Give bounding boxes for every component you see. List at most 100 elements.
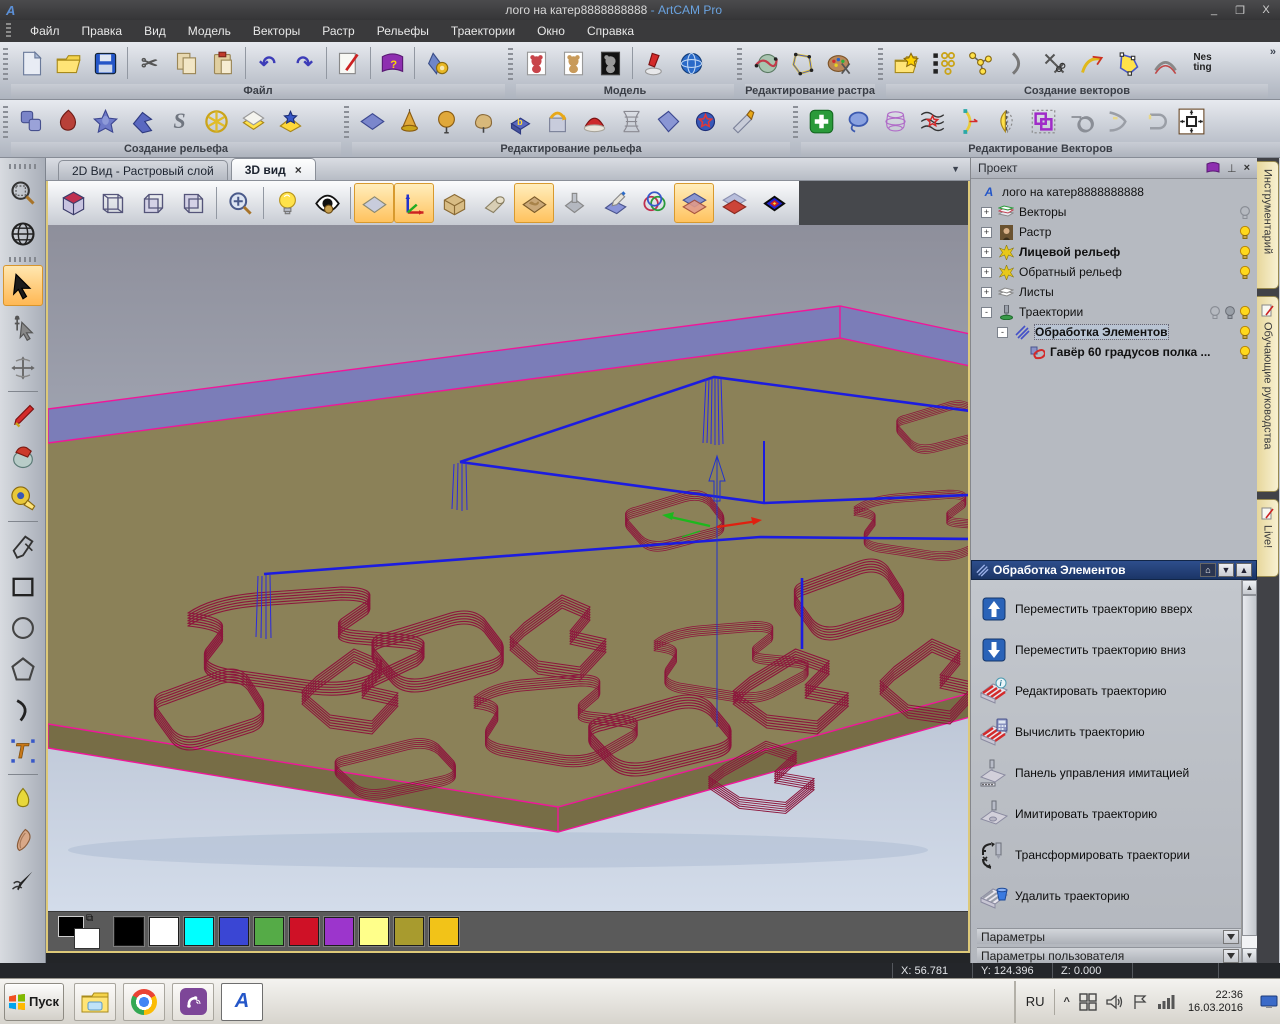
- tree-item-toolpath-gaver[interactable]: Гавёр 60 градусов полка ...: [975, 342, 1255, 362]
- tree-item-toolpaths[interactable]: - Траектории: [975, 302, 1255, 322]
- toggle-front-relief-button[interactable]: [674, 183, 714, 223]
- tab-list-dropdown[interactable]: ▼: [951, 164, 960, 174]
- minimize-button[interactable]: _: [1206, 4, 1222, 17]
- letter-s-sweep-button[interactable]: S: [161, 102, 198, 140]
- visibility-bulb-on[interactable]: [1239, 225, 1251, 240]
- node-edit-button[interactable]: [3, 306, 43, 347]
- transform-move-button[interactable]: [3, 347, 43, 388]
- menu-view[interactable]: Вид: [133, 20, 177, 42]
- fold-star-button[interactable]: [272, 102, 309, 140]
- menu-raster[interactable]: Растр: [311, 20, 365, 42]
- lasso-blue-button[interactable]: [840, 102, 877, 140]
- relief-preview-front-button[interactable]: [518, 44, 555, 82]
- toolbar-drag-handle[interactable]: [793, 106, 798, 141]
- palette-swatch[interactable]: [324, 917, 354, 946]
- flood-fill-button[interactable]: [3, 436, 43, 477]
- section-expand-icon[interactable]: [1223, 930, 1239, 944]
- relief-preview-grayscale-button[interactable]: [592, 44, 629, 82]
- tray-network-icon[interactable]: [1157, 994, 1175, 1009]
- zoom-marquee-button[interactable]: [3, 172, 43, 213]
- group-vectors-button[interactable]: [1025, 102, 1062, 140]
- toggle-paint-button[interactable]: [594, 183, 634, 223]
- taskbar-viber-icon[interactable]: [172, 983, 214, 1021]
- pan-globe-button[interactable]: [3, 213, 43, 254]
- trim-vectors-button[interactable]: [1099, 102, 1136, 140]
- extrude-block-button[interactable]: b: [502, 102, 539, 140]
- nesting-button[interactable]: Nesting: [1184, 44, 1221, 82]
- close-vector-button[interactable]: [1136, 102, 1173, 140]
- primary-secondary-colors[interactable]: ⧉: [58, 915, 104, 949]
- tree-item-raster[interactable]: + Растр: [975, 222, 1255, 242]
- language-indicator[interactable]: RU: [1026, 994, 1045, 1009]
- rectangle-tool-button[interactable]: [3, 566, 43, 607]
- wireframe-sphere-button[interactable]: [673, 44, 710, 82]
- tree-item-machining-elements[interactable]: - Обработка Элементов: [975, 322, 1255, 342]
- link-colors-icon[interactable]: ⧉: [86, 913, 93, 924]
- model-wizard-button[interactable]: [418, 44, 455, 82]
- palette-swatch[interactable]: [289, 917, 319, 946]
- visibility-bulb-on[interactable]: [1239, 265, 1251, 280]
- menu-model[interactable]: Модель: [177, 20, 242, 42]
- scroll-down-icon[interactable]: ▼: [1242, 948, 1257, 963]
- section-parameters[interactable]: Параметры: [977, 928, 1241, 944]
- collapse-down-button[interactable]: ▼: [1218, 563, 1234, 577]
- pinch-wireframe-button[interactable]: [613, 102, 650, 140]
- menu-edit[interactable]: Правка: [71, 20, 134, 42]
- action-calculate-toolpath[interactable]: Вычислить траекторию: [977, 711, 1241, 752]
- redo-button[interactable]: ↷: [286, 44, 323, 82]
- mirror-vectors-button[interactable]: [988, 102, 1025, 140]
- copy-button[interactable]: [168, 44, 205, 82]
- curve-arrow-button[interactable]: [1073, 44, 1110, 82]
- expand-icon[interactable]: +: [981, 227, 992, 238]
- bitmap-to-vector-button[interactable]: [747, 44, 784, 82]
- section-user-parameters[interactable]: Параметры пользователя: [977, 947, 1241, 963]
- tab-toolkit[interactable]: Инструментарий: [1257, 161, 1279, 289]
- text-tool-button[interactable]: T: [3, 730, 43, 771]
- action-delete-toolpath[interactable]: Удалить траекторию: [977, 875, 1241, 916]
- palette-swatch[interactable]: [429, 917, 459, 946]
- transform-vectors-button[interactable]: [1173, 102, 1210, 140]
- palette-swatch[interactable]: [359, 917, 389, 946]
- vector-file-star-button[interactable]: [888, 44, 925, 82]
- expand-icon[interactable]: +: [981, 267, 992, 278]
- weld-vectors-button[interactable]: [1062, 102, 1099, 140]
- tray-clock[interactable]: 22:36 16.03.2016: [1188, 989, 1243, 1015]
- toggle-plane-button[interactable]: [354, 183, 394, 223]
- cone-spike-button[interactable]: [391, 102, 428, 140]
- tree-item-back-relief[interactable]: + Обратный рельеф: [975, 262, 1255, 282]
- taskbar-explorer-icon[interactable]: [74, 983, 116, 1021]
- toolbar-overflow-button[interactable]: »: [1270, 42, 1280, 99]
- visibility-bulb-gray[interactable]: [1224, 305, 1236, 320]
- show-desktop-button[interactable]: [1258, 981, 1280, 1023]
- wireframe-vase-button[interactable]: [877, 102, 914, 140]
- polygon-tool-button[interactable]: [3, 648, 43, 689]
- node-chain-button[interactable]: [962, 44, 999, 82]
- toolbar-drag-handle[interactable]: [9, 164, 37, 169]
- action-edit-toolpath[interactable]: i Редактировать траекторию: [977, 670, 1241, 711]
- action-transform-toolpaths[interactable]: Трансформировать траектории: [977, 834, 1241, 875]
- sphere-star-button[interactable]: [687, 102, 724, 140]
- pane-close-icon[interactable]: ×: [1244, 162, 1250, 174]
- action-simulate-toolpath[interactable]: Имитировать траекторию: [977, 793, 1241, 834]
- menu-vectors[interactable]: Векторы: [242, 20, 311, 42]
- toggle-tool-button[interactable]: [474, 183, 514, 223]
- open-file-button[interactable]: [50, 44, 87, 82]
- visibility-bulb-on[interactable]: [1239, 305, 1251, 320]
- visibility-bulb-on[interactable]: [1239, 345, 1251, 360]
- zoom-object-button[interactable]: [220, 183, 260, 223]
- palette-swatch[interactable]: [254, 917, 284, 946]
- expand-icon[interactable]: +: [981, 247, 992, 258]
- view-along-x-button[interactable]: [93, 183, 133, 223]
- palette-swatch[interactable]: [114, 917, 144, 946]
- tray-windows-grid-icon[interactable]: [1079, 993, 1097, 1011]
- taskbar-artcam-icon[interactable]: A: [221, 983, 263, 1021]
- sculpt-chisel-button[interactable]: [724, 102, 761, 140]
- toggle-preview-colors-button[interactable]: [754, 183, 794, 223]
- maximize-button[interactable]: ❐: [1232, 4, 1248, 17]
- collapse-icon[interactable]: -: [981, 307, 992, 318]
- tab-tutorials[interactable]: Обучающие руководства: [1257, 296, 1279, 492]
- tilt-plane-button[interactable]: [650, 102, 687, 140]
- palette-swatch[interactable]: [394, 917, 424, 946]
- scroll-up-icon[interactable]: ▲: [1242, 580, 1257, 595]
- visibility-bulb-off[interactable]: [1239, 205, 1251, 220]
